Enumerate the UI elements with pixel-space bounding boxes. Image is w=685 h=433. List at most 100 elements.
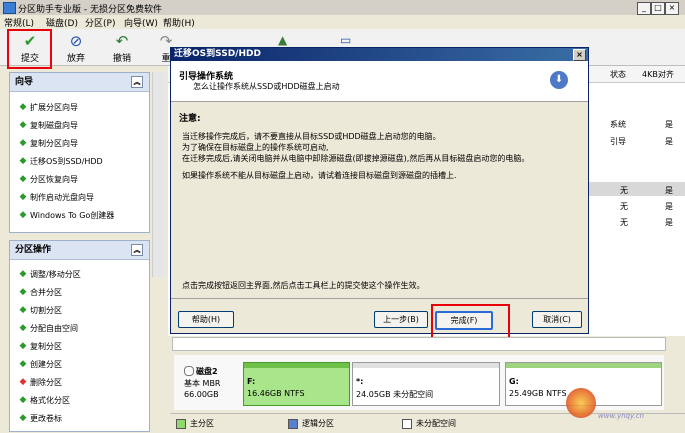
menu-general[interactable]: 常规(L) [4, 16, 34, 29]
wizard-item-boot-cd[interactable]: 制作启动光盘向导 [30, 192, 94, 203]
legend-unallocated: 未分配空间 [416, 419, 456, 428]
dialog-title-bar: 迁移OS到SSD/HDD × [171, 48, 588, 61]
op-allocate[interactable]: 分配自由空间 [30, 323, 78, 334]
dialog-step-subtitle: 怎么让操作系统从SSD或HDD磁盘上启动 [193, 82, 340, 91]
op-format[interactable]: 格式化分区 [30, 395, 70, 406]
op-icon: ◆ [19, 377, 27, 387]
op-create[interactable]: 创建分区 [30, 359, 62, 370]
app-icon [3, 2, 16, 14]
op-icon: ◆ [19, 323, 27, 333]
disk-name: 磁盘2 [196, 367, 218, 376]
col-status: 状态 [610, 70, 626, 79]
op-icon: ◆ [19, 341, 27, 351]
menu-disk[interactable]: 磁盘(D) [46, 16, 78, 29]
undo-icon: ↶ [115, 32, 129, 50]
table-cell: 是 [665, 218, 673, 227]
back-button[interactable]: 上一步(B) [374, 311, 428, 328]
disk-migrate-icon: ⬇ [550, 71, 568, 89]
disk-size: 66.00GB [184, 390, 219, 399]
table-cell: 引导 [610, 137, 626, 146]
wizard-item-windows-to-go[interactable]: Windows To Go创建器 [30, 210, 114, 221]
partition-f[interactable]: F: 16.46GB NTFS [243, 362, 350, 406]
divider [171, 298, 588, 299]
table-cell: 是 [665, 137, 673, 146]
op-label[interactable]: 更改卷标 [30, 413, 62, 424]
dialog-close-button[interactable]: × [573, 49, 586, 61]
legend-unallocated-swatch [402, 419, 412, 429]
op-resize[interactable]: 调整/移动分区 [30, 269, 81, 280]
wizard-item-copy-partition[interactable]: 复制分区向导 [30, 138, 78, 149]
wizard-panel: 向导 ︽ ◆ 扩展分区向导 ◆ 复制磁盘向导 ◆ 复制分区向导 ◆ 迁移OS到S… [9, 72, 150, 233]
watermark-logo [566, 388, 596, 418]
wizard-icon: ◆ [19, 120, 27, 130]
disk-radio-icon[interactable] [184, 366, 194, 376]
wizard-item-recovery[interactable]: 分区恢复向导 [30, 174, 78, 185]
wizard-item-extend[interactable]: 扩展分区向导 [30, 102, 78, 113]
op-delete[interactable]: 删除分区 [30, 377, 62, 388]
collapse-icon[interactable]: ︽ [131, 244, 143, 256]
wizard-icon: ◆ [19, 102, 27, 112]
wizard-icon: ◆ [19, 192, 27, 202]
discard-button[interactable]: ⊘ 放弃 [55, 29, 97, 65]
wizard-icon: ◆ [19, 138, 27, 148]
help-button[interactable]: 帮助(H) [178, 311, 234, 328]
note-line: 如果操作系统不能从目标磁盘上启动，请试着连接目标磁盘到源磁盘的插槽上. [182, 171, 457, 180]
left-scrollbar[interactable] [152, 72, 165, 277]
undo-button[interactable]: ↶ 撤销 [101, 29, 143, 65]
table-cell: 是 [665, 202, 673, 211]
discard-icon: ⊘ [69, 32, 83, 50]
maximize-button[interactable]: □ [651, 2, 665, 15]
legend-logical: 逻辑分区 [302, 419, 334, 428]
op-icon: ◆ [19, 413, 27, 423]
note-line: 当迁移操作完成后，请不要直接从目标SSD或HDD磁盘上启动您的电脑。 [182, 132, 441, 141]
wizard-item-migrate-os[interactable]: 迁移OS到SSD/HDD [30, 156, 103, 167]
wizard-icon: ◆ [19, 210, 27, 220]
note-label: 注意: [179, 114, 201, 124]
collapse-icon[interactable]: ︽ [131, 76, 143, 88]
cancel-button[interactable]: 取消(C) [532, 311, 582, 328]
col-4k: 4KB对齐 [642, 70, 674, 79]
wizard-icon: ◆ [19, 174, 27, 184]
minimize-button[interactable]: _ [637, 2, 651, 15]
note-line: 在迁移完成后,请关闭电脑并从电脑中卸除源磁盘(即拔掉源磁盘),然后再从目标磁盘启… [182, 154, 530, 163]
op-copy[interactable]: 复制分区 [30, 341, 62, 352]
op-split[interactable]: 切割分区 [30, 305, 62, 316]
highlight-submit [7, 29, 52, 69]
op-icon: ◆ [19, 269, 27, 279]
wizard-item-copy-disk[interactable]: 复制磁盘向导 [30, 120, 78, 131]
op-icon: ◆ [19, 395, 27, 405]
close-button[interactable]: × [665, 2, 679, 15]
window-title: 分区助手专业版 - 无损分区免费软件 [18, 5, 162, 15]
legend-primary-swatch [176, 419, 186, 429]
lower-scroll-row[interactable] [172, 337, 666, 351]
partition-panel: 分区操作 ︽ ◆ 调整/移动分区 ◆ 合并分区 ◆ 切割分区 ◆ 分配自由空间 … [9, 240, 150, 432]
table-cell: 是 [665, 120, 673, 129]
table-cell: 无 [620, 218, 628, 227]
menu-partition[interactable]: 分区(P) [85, 16, 115, 29]
wizard-panel-header[interactable]: 向导 ︽ [10, 73, 149, 92]
op-icon: ◆ [19, 359, 27, 369]
migrate-os-dialog: 迁移OS到SSD/HDD × 引导操作系统 怎么让操作系统从SSD或HDD磁盘上… [170, 47, 589, 334]
table-cell: 系统 [610, 120, 626, 129]
table-cell: 无 [620, 202, 628, 211]
legend-primary: 主分区 [190, 419, 214, 428]
footer-note: 点击完成按钮返回主界面,然后点击工具栏上的提交使这个操作生效。 [182, 281, 425, 290]
tool-icon[interactable]: ▲ [278, 33, 287, 47]
title-bar: 分区助手专业版 - 无损分区免费软件 _ □ × [0, 0, 685, 16]
wizard-icon: ◆ [19, 156, 27, 166]
table-cell: 是 [665, 186, 673, 195]
menu-wizard[interactable]: 向导(W) [124, 16, 158, 29]
menu-help[interactable]: 帮助(H) [163, 16, 195, 29]
menu-bar: 常规(L) 磁盘(D) 分区(P) 向导(W) 帮助(H) [0, 15, 685, 29]
op-merge[interactable]: 合并分区 [30, 287, 62, 298]
partition-panel-header[interactable]: 分区操作 ︽ [10, 241, 149, 260]
disk-tool-icon[interactable]: ▭ [340, 33, 351, 47]
note-line: 为了确保在目标磁盘上的操作系统可启动, [182, 143, 329, 152]
table-cell: 无 [620, 186, 628, 195]
disk-type: 基本 MBR [184, 379, 221, 388]
highlight-finish [431, 304, 510, 339]
partition-unallocated[interactable]: *: 24.05GB 未分配空间 [352, 362, 500, 406]
dialog-header: 引导操作系统 怎么让操作系统从SSD或HDD磁盘上启动 ⬇ [171, 61, 588, 102]
legend-logical-swatch [288, 419, 298, 429]
watermark-text: www.ynqy.cn [598, 412, 645, 420]
